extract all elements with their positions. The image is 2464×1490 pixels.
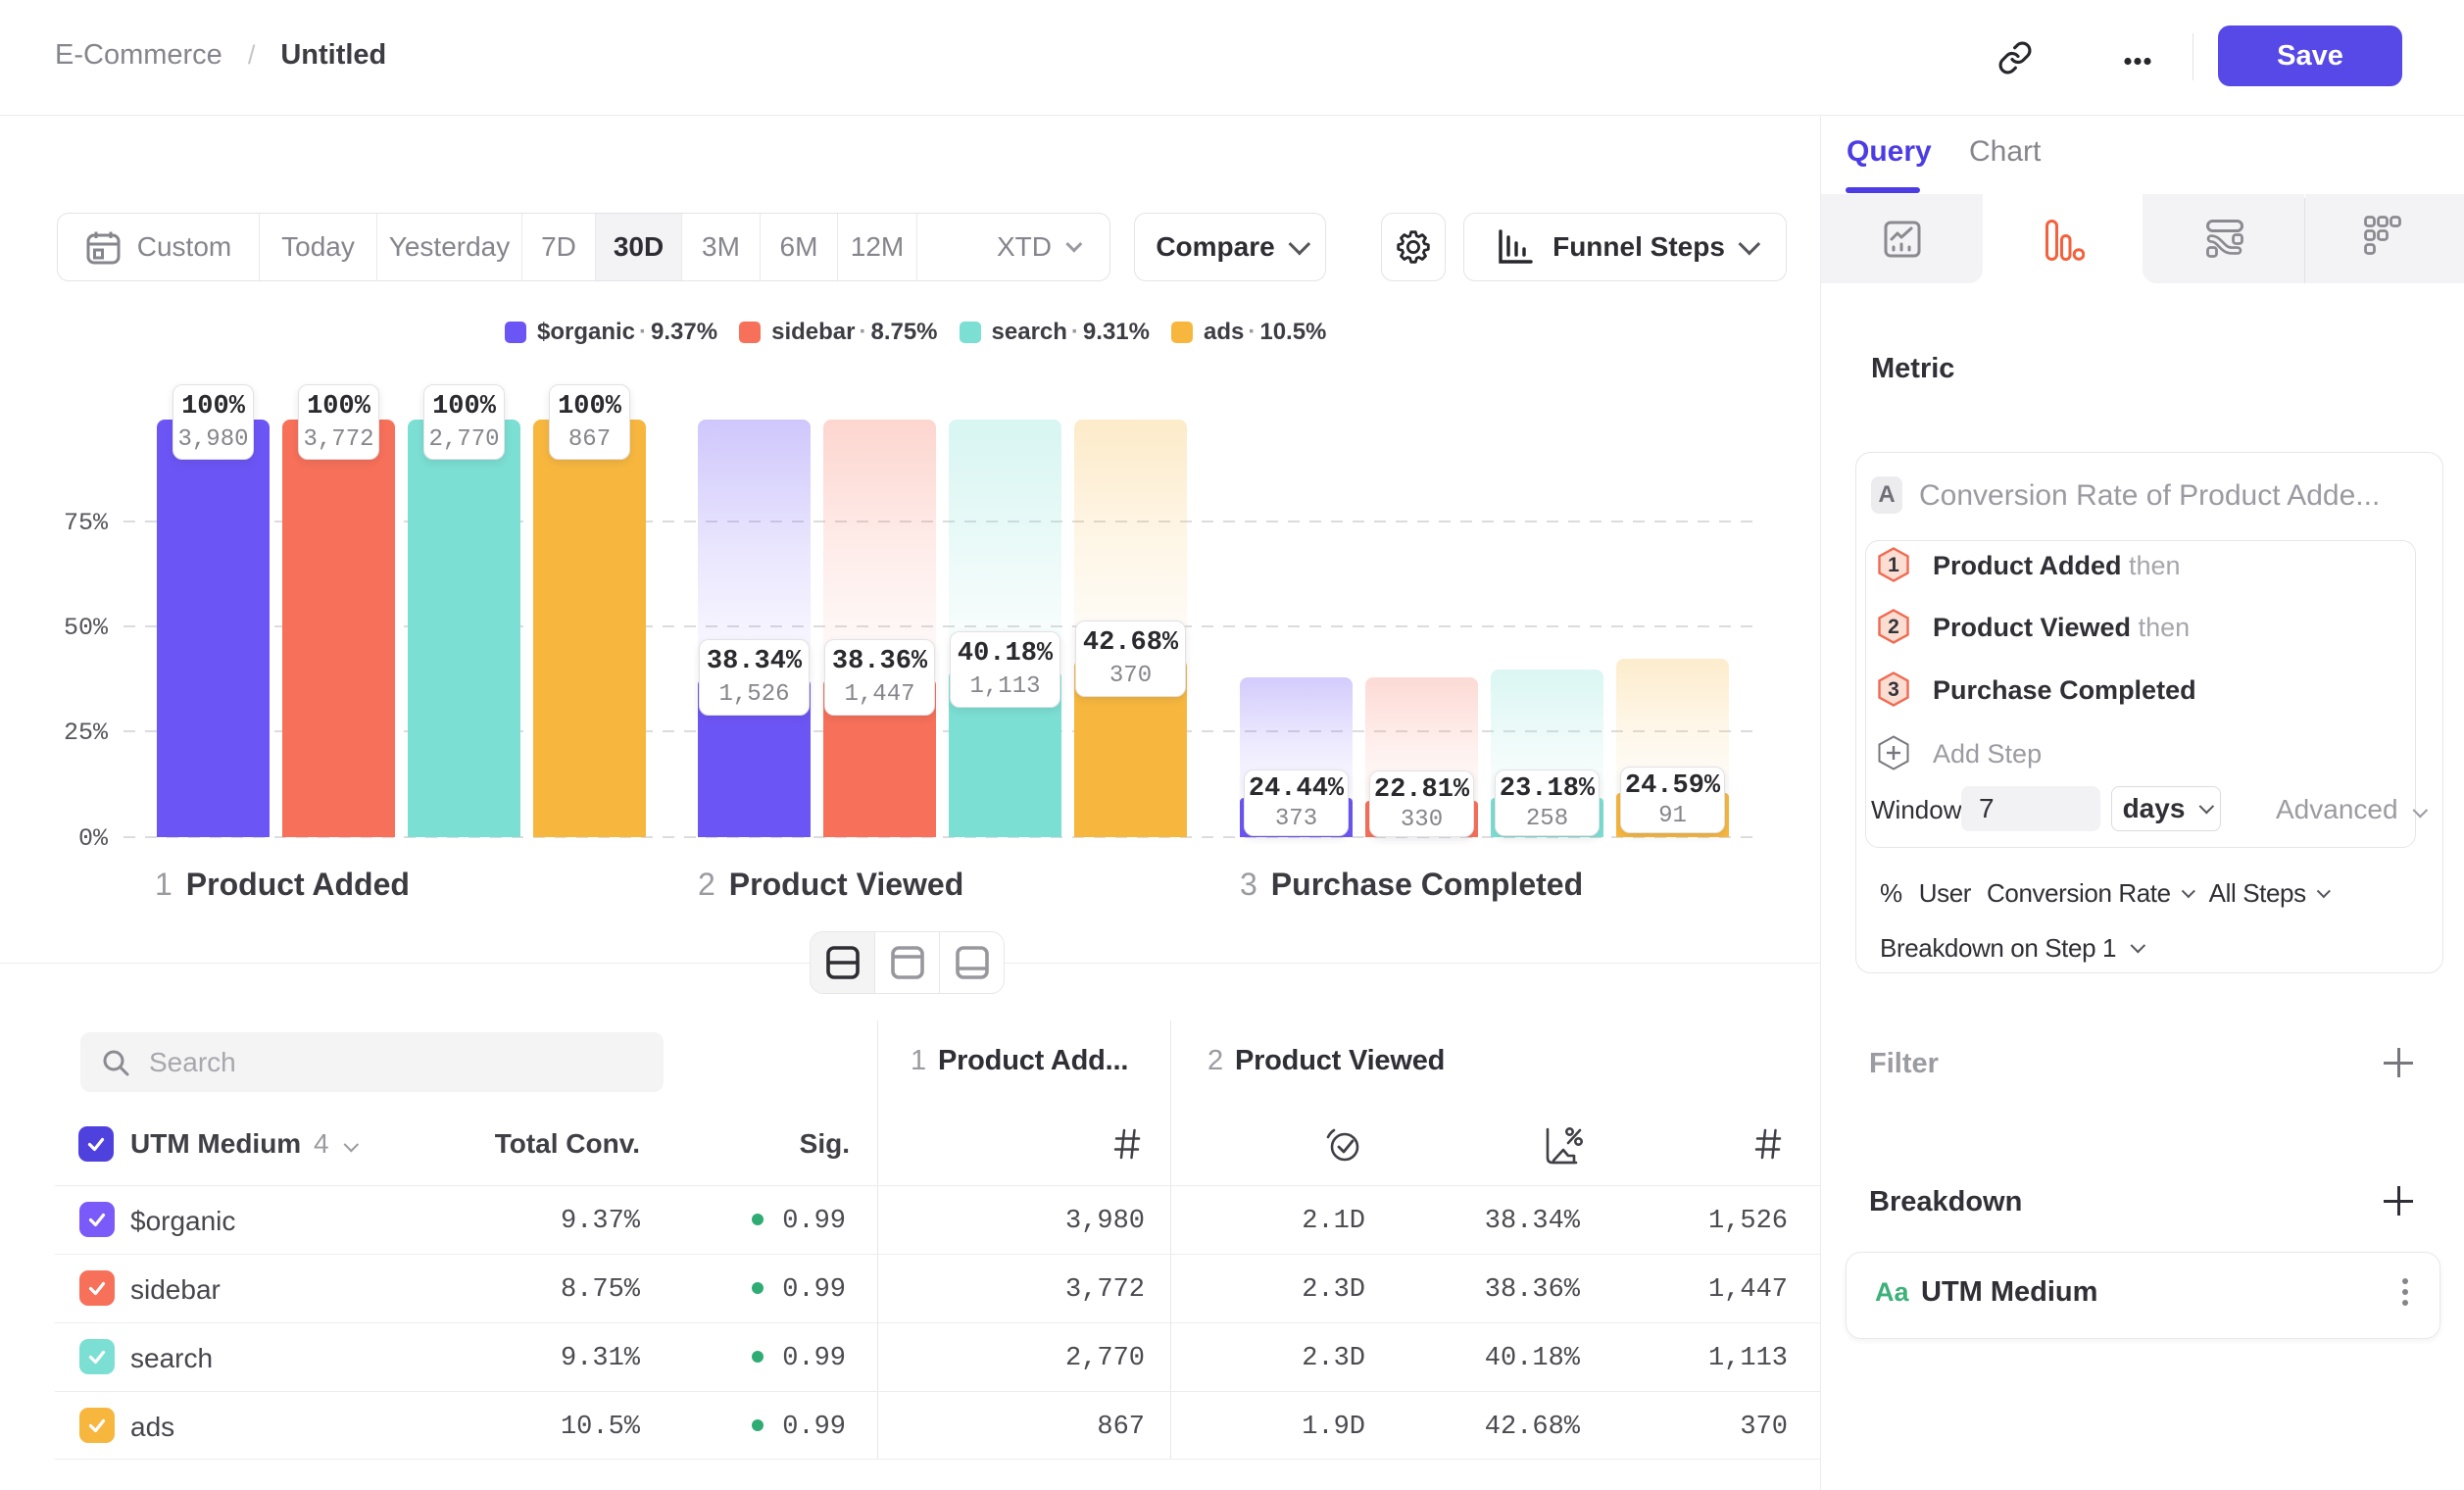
svg-text:3: 3: [1888, 678, 1899, 701]
svg-text:1: 1: [1888, 554, 1899, 576]
svg-text:2: 2: [1888, 616, 1899, 638]
